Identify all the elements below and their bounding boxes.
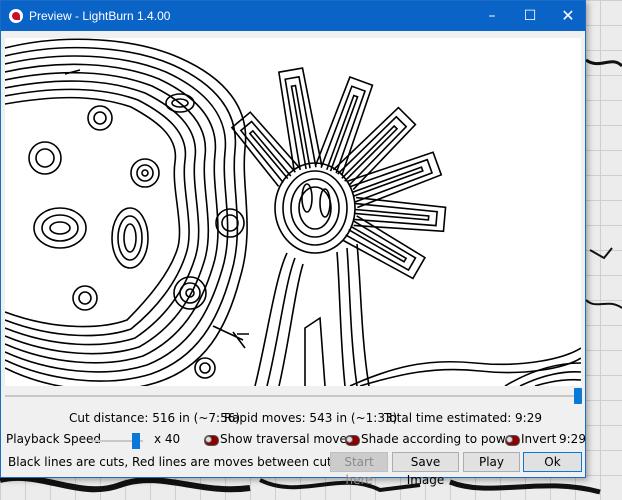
slider-track bbox=[5, 395, 575, 397]
ok-button[interactable]: Ok bbox=[523, 452, 582, 472]
window-title: Preview - LightBurn 1.4.00 bbox=[29, 9, 171, 23]
playback-speed-slider[interactable] bbox=[91, 433, 146, 449]
elapsed-time-value: 9:29 bbox=[559, 432, 586, 446]
total-time-text: Total time estimated: 9:29 bbox=[384, 411, 542, 425]
save-image-button[interactable]: Save Image bbox=[392, 452, 459, 487]
rapid-moves-text: Rapid moves: 543 in (~1:33) bbox=[224, 411, 398, 425]
playback-speed-label: Playback Speed bbox=[6, 432, 101, 446]
play-button[interactable]: Play bbox=[463, 452, 520, 472]
start-here-button[interactable]: Start here bbox=[330, 452, 388, 487]
shade-power-label: Shade according to power bbox=[361, 432, 518, 446]
show-traversal-label: Show traversal moves bbox=[220, 432, 354, 446]
show-traversal-toggle[interactable] bbox=[204, 435, 219, 446]
speed-slider-thumb[interactable] bbox=[132, 433, 140, 449]
invert-label: Invert bbox=[521, 432, 557, 446]
close-button[interactable]: ✕ bbox=[545, 1, 591, 31]
cut-distance-text: Cut distance: 516 in (~7:56) bbox=[69, 411, 241, 425]
preview-window: Preview - LightBurn 1.4.00 – ☐ ✕ Cut dis… bbox=[0, 0, 587, 487]
playback-position-slider[interactable] bbox=[5, 387, 583, 405]
shade-power-toggle[interactable] bbox=[345, 435, 360, 446]
toolpath-preview bbox=[5, 38, 581, 386]
playback-controls-row: Playback Speed x 40 Show traversal moves… bbox=[1, 431, 587, 453]
preview-canvas[interactable] bbox=[5, 38, 581, 386]
speed-multiplier: x 40 bbox=[154, 432, 181, 446]
legend-text: Black lines are cuts, Red lines are move… bbox=[8, 455, 339, 469]
invert-toggle[interactable] bbox=[505, 435, 520, 446]
slider-thumb[interactable] bbox=[574, 388, 582, 404]
lightburn-app-icon bbox=[9, 9, 23, 23]
title-bar[interactable]: Preview - LightBurn 1.4.00 – ☐ ✕ bbox=[1, 1, 585, 31]
